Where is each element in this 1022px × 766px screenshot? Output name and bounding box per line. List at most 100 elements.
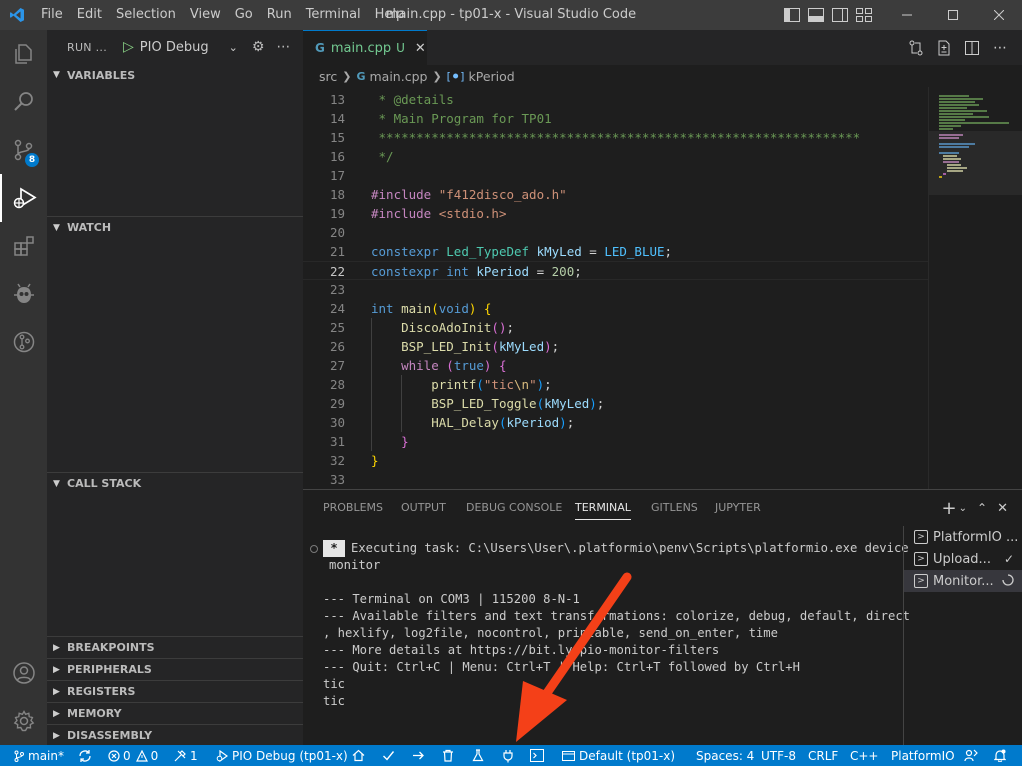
debug-config-select[interactable]: PIO Debug — [140, 40, 209, 55]
maximize-panel-icon[interactable]: ⌃ — [977, 501, 987, 515]
memory-section-header[interactable]: ▶ MEMORY — [47, 702, 303, 724]
tab-output[interactable]: OUTPUT — [401, 490, 446, 526]
variables-section-header[interactable]: ▼ VARIABLES — [47, 64, 303, 86]
code-line[interactable]: 23 — [303, 280, 928, 299]
watch-section-header[interactable]: ▼ WATCH — [47, 216, 303, 238]
notifications-bell-icon[interactable] — [994, 745, 1006, 766]
encoding-status[interactable]: UTF-8 — [761, 745, 796, 766]
chevron-down-icon[interactable]: ⌄ — [229, 41, 238, 54]
tab-problems[interactable]: PROBLEMS — [323, 490, 383, 526]
menu-terminal[interactable]: Terminal — [299, 0, 368, 30]
code-line[interactable]: 15 *************************************… — [303, 128, 928, 147]
more-actions-icon[interactable]: ⋯ — [276, 39, 290, 55]
menu-file[interactable]: File — [34, 0, 70, 30]
more-actions-icon[interactable]: ⋯ — [992, 40, 1008, 56]
problems-status[interactable]: 0 0 — [108, 745, 158, 766]
code-line[interactable]: 27 while (true) { — [303, 356, 928, 375]
source-control-icon[interactable]: 8 — [0, 126, 47, 174]
registers-section-header[interactable]: ▶ REGISTERS — [47, 680, 303, 702]
code-line[interactable]: 31 } — [303, 432, 928, 451]
command-decoration-icon[interactable] — [310, 545, 318, 553]
branch-status[interactable]: main* — [14, 745, 64, 766]
eol-status[interactable]: CRLF — [808, 745, 838, 766]
terminal-item-monitor[interactable]: > Monitor... — [904, 570, 1022, 592]
open-changes-icon[interactable] — [936, 40, 952, 56]
toggle-secondary-sidebar-icon[interactable] — [830, 5, 850, 25]
tab-main-cpp[interactable]: G main.cpp U ✕ — [303, 30, 427, 65]
tab-gitlens[interactable]: GITLENS — [651, 490, 698, 526]
pio-home-icon[interactable] — [352, 745, 365, 766]
menu-view[interactable]: View — [183, 0, 228, 30]
indentation-status[interactable]: Spaces: 4 — [696, 745, 754, 766]
project-env-status[interactable]: Default (tp01-x) — [562, 745, 675, 766]
tab-jupyter[interactable]: JUPYTER — [715, 490, 761, 526]
debug-settings-gear-icon[interactable]: ⚙ — [252, 39, 265, 55]
pio-terminal-icon[interactable] — [530, 745, 544, 766]
code-line[interactable]: 32} — [303, 451, 928, 470]
platformio-status[interactable]: PlatformIO — [891, 745, 955, 766]
pio-clean-trash-icon[interactable] — [442, 745, 454, 766]
toggle-sidebar-icon[interactable] — [782, 5, 802, 25]
terminal-item-platformio[interactable]: > PlatformIO ... — [904, 526, 1022, 548]
search-icon[interactable] — [0, 78, 47, 126]
run-and-debug-icon[interactable] — [0, 174, 47, 222]
code-line[interactable]: 17 — [303, 166, 928, 185]
minimap-viewport[interactable] — [929, 131, 1022, 195]
customize-layout-icon[interactable] — [854, 5, 874, 25]
tools-status[interactable]: 1 — [174, 745, 198, 766]
menu-selection[interactable]: Selection — [109, 0, 183, 30]
platformio-icon[interactable] — [0, 270, 47, 318]
language-mode-status[interactable]: C++ — [850, 745, 879, 766]
manage-gear-icon[interactable] — [0, 697, 47, 745]
breadcrumb-folder[interactable]: src — [319, 69, 337, 84]
breadcrumb-file[interactable]: main.cpp — [370, 69, 428, 84]
pio-test-flask-icon[interactable] — [472, 745, 484, 766]
new-terminal-icon[interactable]: + — [942, 498, 957, 519]
pio-build-check-icon[interactable] — [382, 745, 395, 766]
maximize-icon[interactable] — [930, 0, 976, 30]
code-line[interactable]: 25 DiscoAdoInit(); — [303, 318, 928, 337]
code-line[interactable]: 29 BSP_LED_Toggle(kMyLed); — [303, 394, 928, 413]
code-line[interactable]: 22 constexpr int kPeriod = 200; — [303, 261, 928, 280]
debug-config-status[interactable]: PIO Debug (tp01-x) — [216, 745, 348, 766]
live-share-icon[interactable] — [964, 745, 978, 766]
code-line[interactable]: 26 BSP_LED_Init(kMyLed); — [303, 337, 928, 356]
minimap[interactable] — [928, 87, 1022, 489]
menu-go[interactable]: Go — [228, 0, 260, 30]
breakpoints-section-header[interactable]: ▶ BREAKPOINTS — [47, 636, 303, 658]
terminal-output[interactable]: * Executing task: C:\Users\User\.platfor… — [303, 526, 910, 746]
disassembly-section-header[interactable]: ▶ DISASSEMBLY — [47, 724, 303, 746]
code-line[interactable]: 19 #include <stdio.h> — [303, 204, 928, 223]
minimize-icon[interactable] — [884, 0, 930, 30]
menu-help[interactable]: Help — [368, 0, 412, 30]
split-editor-icon[interactable] — [964, 40, 980, 56]
close-panel-icon[interactable]: ✕ — [997, 501, 1008, 516]
accounts-icon[interactable] — [0, 649, 47, 697]
tab-terminal[interactable]: TERMINAL — [575, 490, 631, 526]
sync-icon[interactable] — [78, 745, 92, 766]
terminal-item-upload[interactable]: > Upload... ✓ — [904, 548, 1022, 570]
code-line[interactable]: 33 — [303, 470, 928, 489]
code-editor[interactable]: 13 * @details 14 * Main Program for TP01 1… — [303, 87, 928, 489]
close-tab-icon[interactable]: ✕ — [415, 41, 426, 56]
tab-debug-console[interactable]: DEBUG CONSOLE — [466, 490, 562, 526]
code-line[interactable]: 13 * @details — [303, 90, 928, 109]
code-line[interactable]: 18 #include "f412disco_ado.h" — [303, 185, 928, 204]
close-window-icon[interactable] — [976, 0, 1022, 30]
breadcrumb-symbol[interactable]: kPeriod — [468, 69, 514, 84]
code-line[interactable]: 28 printf("tic\n"); — [303, 375, 928, 394]
gitlens-icon[interactable] — [0, 318, 47, 366]
code-line[interactable]: 30 HAL_Delay(kPeriod); — [303, 413, 928, 432]
code-line[interactable]: 24 int main(void) { — [303, 299, 928, 318]
chevron-down-icon[interactable]: ⌄ — [959, 503, 967, 514]
extensions-icon[interactable] — [0, 222, 47, 270]
menu-run[interactable]: Run — [260, 0, 299, 30]
call-stack-section-header[interactable]: ▼ CALL STACK — [47, 472, 303, 494]
toggle-panel-icon[interactable] — [806, 5, 826, 25]
code-line[interactable]: 16 */ — [303, 147, 928, 166]
code-line[interactable]: 14 * Main Program for TP01 — [303, 109, 928, 128]
pio-upload-arrow-icon[interactable] — [412, 745, 425, 766]
code-line[interactable]: 21 constexpr Led_TypeDef kMyLed = LED_BLU… — [303, 242, 928, 261]
start-debugging-icon[interactable]: ▷ — [123, 39, 134, 55]
explorer-icon[interactable] — [0, 30, 47, 78]
